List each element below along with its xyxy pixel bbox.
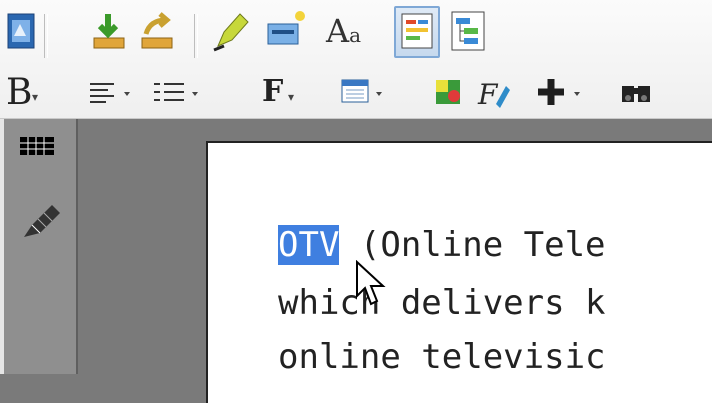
add-icon: [538, 79, 580, 105]
bold-icon: B: [6, 72, 33, 113]
selected-text[interactable]: OTV: [278, 225, 340, 265]
text-line-1-rest: (Online Tele: [339, 225, 606, 265]
font-button[interactable]: F ▾: [260, 68, 310, 120]
text-line-2[interactable]: which delivers k: [278, 283, 606, 323]
new-note-icon: [267, 11, 305, 45]
export-icon: [141, 12, 173, 49]
document-icon: [7, 13, 35, 49]
bold-button[interactable]: B ▾: [2, 68, 44, 120]
document-page[interactable]: OTV (Online Tele which delivers k online…: [206, 141, 712, 403]
color-icon: [436, 80, 460, 104]
text-line-3[interactable]: online televisic: [278, 337, 606, 377]
new-note-button[interactable]: [262, 6, 308, 58]
font-icon: F: [262, 74, 284, 109]
panel-edge: [0, 119, 4, 374]
add-button[interactable]: [530, 68, 594, 120]
toolbar: Aa B ▾ F ▾ F: [0, 0, 712, 119]
chevron-down-icon: ▾: [288, 90, 295, 104]
left-side-panel: [0, 119, 78, 374]
outline-view-button[interactable]: [446, 6, 492, 58]
text-line-1[interactable]: OTV (Online Tele: [278, 225, 606, 265]
list-button[interactable]: [150, 68, 210, 120]
align-button[interactable]: [86, 68, 146, 120]
toolbar-separator: [44, 14, 48, 58]
font-size-icon: Aa: [326, 12, 362, 50]
import-button[interactable]: [88, 6, 128, 58]
pen-icon[interactable]: [18, 197, 64, 247]
find-icon: [622, 86, 650, 102]
grid-icon[interactable]: [18, 131, 58, 165]
svg-text:F: F: [477, 78, 499, 111]
format-button[interactable]: F: [472, 68, 516, 120]
list-icon: [154, 83, 198, 101]
highlighter-icon: [213, 13, 249, 52]
chevron-down-icon: ▾: [32, 90, 39, 104]
calendar-icon: [341, 79, 382, 103]
format-icon: F: [477, 78, 510, 111]
document-button[interactable]: [2, 6, 38, 58]
page-view-icon: [401, 13, 433, 49]
mouse-pointer-icon: [355, 259, 389, 316]
align-icon: [90, 83, 130, 103]
highlighter-button[interactable]: [210, 6, 252, 58]
export-button[interactable]: [136, 6, 176, 58]
page-view-button[interactable]: [394, 6, 440, 58]
toolbar-separator: [194, 14, 198, 58]
outline-view-icon: [451, 11, 485, 51]
calendar-button[interactable]: [338, 68, 390, 120]
color-button[interactable]: [430, 68, 466, 120]
find-button[interactable]: [616, 68, 660, 120]
font-size-button[interactable]: Aa: [320, 6, 372, 58]
import-icon: [93, 14, 125, 49]
